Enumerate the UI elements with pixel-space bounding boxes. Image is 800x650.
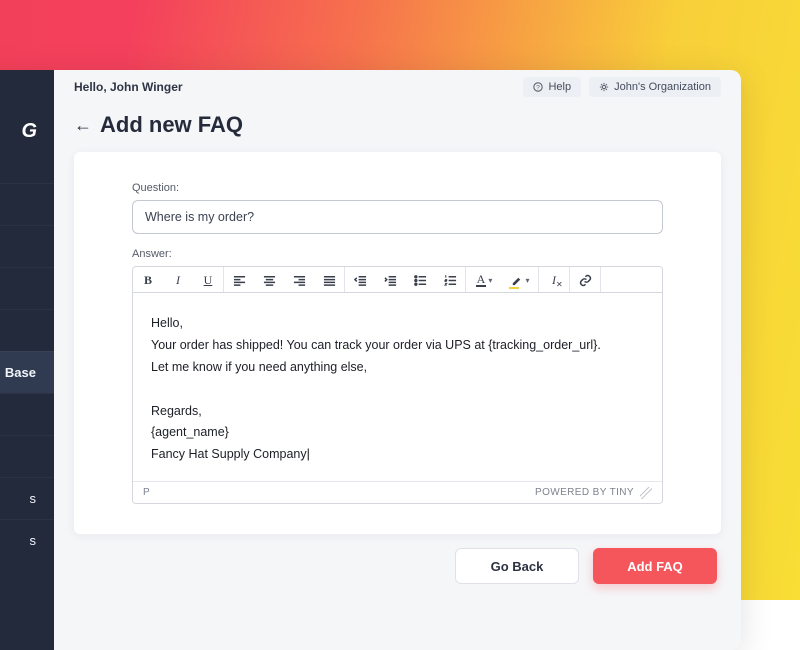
footer-actions: Go Back Add FAQ [54, 548, 741, 584]
sidebar-item-0[interactable] [0, 183, 54, 225]
faq-form-card: Question: Answer: B I U [74, 152, 721, 534]
gear-icon [599, 82, 609, 92]
powered-by-label: POWERED BY TINY [535, 487, 634, 498]
page-header: ← Add new FAQ [54, 104, 741, 152]
align-left-icon [233, 274, 246, 287]
app-window: G Base s s Hello, John Winger ? Help Joh… [0, 70, 741, 650]
go-back-button[interactable]: Go Back [455, 548, 579, 584]
editor-line: Regards, [151, 401, 644, 423]
align-right-button[interactable] [284, 267, 314, 293]
indent-button[interactable] [375, 267, 405, 293]
editor-line [151, 379, 644, 401]
sidebar-item-8[interactable]: s [0, 519, 54, 561]
align-left-button[interactable] [224, 267, 254, 293]
help-button[interactable]: ? Help [523, 77, 581, 97]
highlight-icon [510, 274, 523, 287]
list-bullet-icon [414, 274, 427, 287]
editor-line: Let me know if you need anything else, [151, 357, 644, 379]
editor-line: Hello, [151, 313, 644, 335]
editor-statusbar: P POWERED BY TINY [133, 481, 662, 503]
number-list-button[interactable] [435, 267, 465, 293]
align-justify-icon [323, 274, 336, 287]
editor-line: {agent_name} [151, 422, 644, 444]
editor-content[interactable]: Hello, Your order has shipped! You can t… [133, 293, 662, 481]
sidebar: G Base s s [0, 70, 54, 650]
outdent-icon [354, 274, 367, 287]
align-right-icon [293, 274, 306, 287]
main-content: Hello, John Winger ? Help John's Organiz… [54, 70, 741, 650]
bullet-list-button[interactable] [405, 267, 435, 293]
outdent-button[interactable] [345, 267, 375, 293]
editor-line: Fancy Hat Supply Company [151, 444, 644, 466]
question-label: Question: [132, 182, 663, 194]
rich-text-editor: B I U [132, 266, 663, 504]
page-title: Add new FAQ [100, 112, 243, 138]
sidebar-item-knowledge-base[interactable]: Base [0, 351, 54, 393]
add-faq-button[interactable]: Add FAQ [593, 548, 717, 584]
svg-text:?: ? [537, 85, 541, 92]
align-justify-button[interactable] [314, 267, 344, 293]
link-button[interactable] [570, 267, 600, 293]
editor-toolbar: B I U [133, 267, 662, 293]
sidebar-item-1[interactable] [0, 225, 54, 267]
sidebar-item-3[interactable] [0, 309, 54, 351]
editor-path: P [143, 487, 150, 498]
bold-button[interactable]: B [133, 267, 163, 293]
topbar: Hello, John Winger ? Help John's Organiz… [54, 70, 741, 104]
logo-fragment: G [0, 120, 54, 143]
clear-format-button[interactable]: I✕ [539, 267, 569, 293]
organization-button[interactable]: John's Organization [589, 77, 721, 97]
align-center-button[interactable] [254, 267, 284, 293]
sidebar-item-5[interactable] [0, 393, 54, 435]
question-input[interactable] [132, 200, 663, 234]
editor-line: Your order has shipped! You can track yo… [151, 335, 644, 357]
align-center-icon [263, 274, 276, 287]
help-icon: ? [533, 82, 543, 92]
greeting-text: Hello, John Winger [74, 80, 183, 94]
indent-icon [384, 274, 397, 287]
sidebar-item-7[interactable]: s [0, 477, 54, 519]
italic-button[interactable]: I [163, 267, 193, 293]
sidebar-item-2[interactable] [0, 267, 54, 309]
highlight-button[interactable]: ▾ [502, 267, 538, 293]
resize-handle[interactable] [640, 487, 652, 499]
list-number-icon [444, 274, 457, 287]
sidebar-item-6[interactable] [0, 435, 54, 477]
link-icon [579, 274, 592, 287]
back-arrow-icon[interactable]: ← [74, 115, 92, 136]
text-cursor [307, 447, 310, 461]
underline-button[interactable]: U [193, 267, 223, 293]
text-color-button[interactable]: A▾ [466, 267, 502, 293]
answer-label: Answer: [132, 248, 663, 260]
